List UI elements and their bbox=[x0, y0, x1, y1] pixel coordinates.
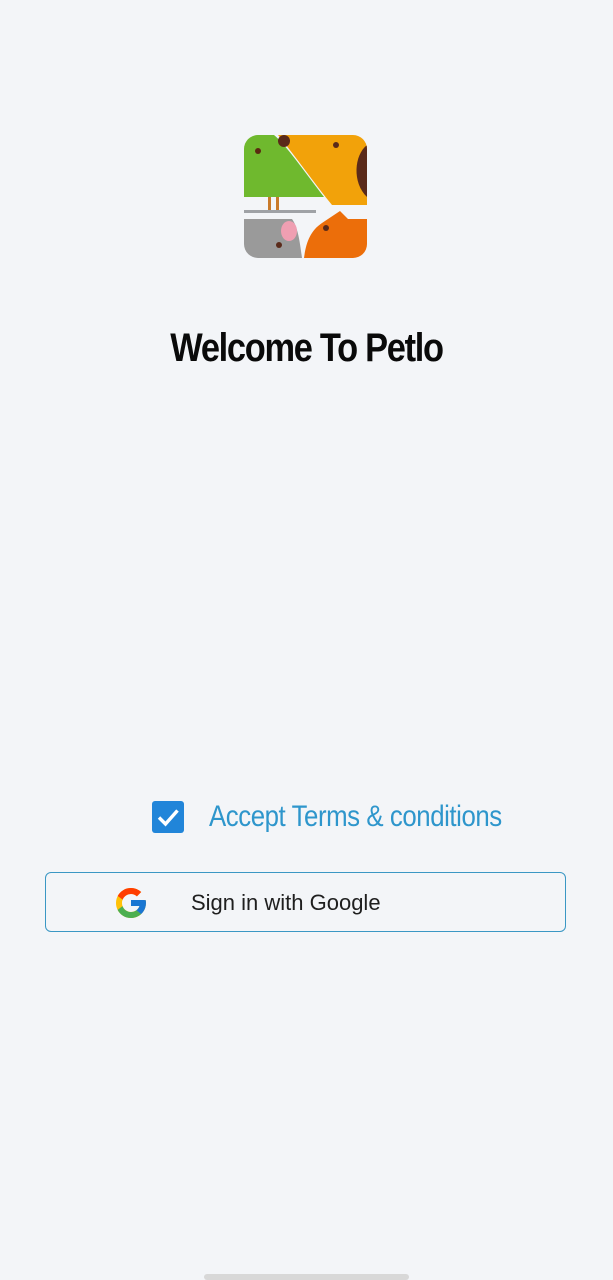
petlo-logo bbox=[244, 135, 367, 258]
page-title: Welcome To Petlo bbox=[170, 326, 444, 370]
home-indicator[interactable] bbox=[204, 1274, 409, 1280]
terms-checkbox[interactable] bbox=[152, 801, 184, 833]
checkmark-icon bbox=[157, 809, 179, 827]
google-sign-in-label: Sign in with Google bbox=[191, 890, 381, 915]
terms-link[interactable]: Accept Terms & conditions bbox=[209, 800, 502, 834]
terms-checkbox-row[interactable]: Accept Terms & conditions bbox=[152, 800, 549, 834]
google-sign-in-button[interactable]: Sign in with Google bbox=[45, 872, 566, 932]
google-g-icon bbox=[116, 888, 146, 918]
